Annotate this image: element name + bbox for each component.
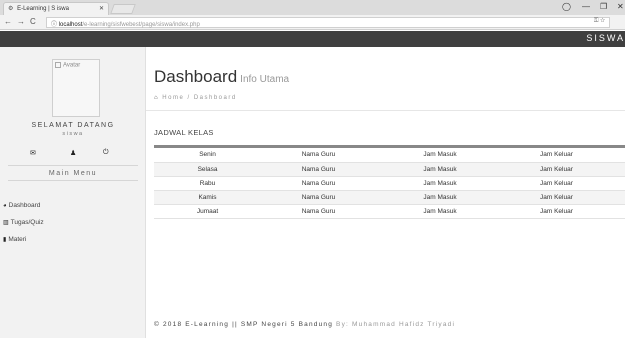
time-in-cell: Jam Masuk bbox=[376, 204, 504, 219]
minimize-button[interactable]: — bbox=[582, 2, 590, 11]
avatar: Avatar bbox=[52, 59, 100, 117]
section-title: JADWAL KELAS bbox=[154, 128, 214, 137]
footer-author: By: Muhammad Hafidz Triyadi bbox=[336, 321, 456, 328]
url-field[interactable]: ⓘ localhost/e-learning/sisfwebest/page/s… bbox=[46, 17, 610, 28]
sidebar-item-label: Materi bbox=[8, 236, 27, 243]
time-in-cell: Jam Masuk bbox=[376, 190, 504, 205]
avatar-alt-text: Avatar bbox=[63, 62, 81, 69]
teacher-cell: Nama Guru bbox=[261, 176, 376, 191]
page-title-text: Dashboard bbox=[154, 67, 238, 86]
power-icon[interactable]: ⏻ bbox=[103, 149, 109, 157]
divider bbox=[146, 110, 625, 111]
browser-tab-bar: ⚙ E-Learning | S iswa ✕ ◯ — ❐ ✕ bbox=[0, 0, 625, 15]
forward-icon[interactable]: → bbox=[17, 17, 25, 26]
user-icon[interactable]: ♟ bbox=[70, 149, 76, 157]
divider bbox=[8, 180, 138, 181]
tab-close-icon[interactable]: ✕ bbox=[99, 5, 104, 12]
menu-title: Main Menu bbox=[48, 170, 98, 177]
user-role: siswa bbox=[62, 131, 84, 137]
teacher-cell: Nama Guru bbox=[261, 162, 376, 177]
table-row: Senin Nama Guru Jam Masuk Jam Keluar bbox=[154, 148, 625, 163]
sidebar-item-dashboard[interactable]: ◕ Dashboard bbox=[3, 202, 40, 209]
favicon-icon: ⚙ bbox=[8, 6, 14, 12]
page-subtitle: Info Utama bbox=[240, 74, 290, 85]
time-in-cell: Jam Masuk bbox=[376, 176, 504, 191]
teacher-cell: Nama Guru bbox=[261, 204, 376, 219]
url-path: /e-learning/sisfwebest/page/siswa/index.… bbox=[82, 22, 200, 28]
footer: © 2018 E-Learning || SMP Negeri 5 Bandun… bbox=[154, 321, 455, 328]
browser-tab[interactable]: ⚙ E-Learning | S iswa ✕ bbox=[3, 2, 109, 15]
day-cell: Senin bbox=[154, 148, 261, 163]
address-bar: ← → C ⓘ localhost/e-learning/sisfwebest/… bbox=[0, 15, 625, 30]
table-row: Rabu Nama Guru Jam Masuk Jam Keluar bbox=[154, 176, 625, 191]
time-out-cell: Jam Keluar bbox=[504, 148, 625, 163]
schedule-table: Senin Nama Guru Jam Masuk Jam Keluar Sel… bbox=[154, 145, 625, 219]
day-cell: Rabu bbox=[154, 176, 261, 191]
time-out-cell: Jam Keluar bbox=[504, 204, 625, 219]
table-row: Kamis Nama Guru Jam Masuk Jam Keluar bbox=[154, 190, 625, 205]
user-actions: ✉ ♟ ⏻ bbox=[0, 149, 146, 159]
tab-title: E-Learning | S iswa bbox=[17, 6, 69, 12]
envelope-icon[interactable]: ✉ bbox=[30, 149, 36, 157]
footer-copyright: © 2018 E-Learning || SMP Negeri 5 Bandun… bbox=[154, 321, 334, 328]
sidebar-item-tugas-quiz[interactable]: ▥ Tugas/Quiz bbox=[3, 219, 44, 226]
day-cell: Kamis bbox=[154, 190, 261, 205]
time-out-cell: Jam Keluar bbox=[504, 190, 625, 205]
time-in-cell: Jam Masuk bbox=[376, 148, 504, 163]
table-row: Selasa Nama Guru Jam Masuk Jam Keluar bbox=[154, 162, 625, 177]
main-content: Dashboard Info Utama ⌂ Home / Dashboard J… bbox=[146, 47, 625, 338]
broken-image-icon bbox=[55, 62, 61, 68]
divider bbox=[8, 165, 138, 166]
sidebar-item-materi[interactable]: ▮ Materi bbox=[3, 236, 26, 243]
day-cell: Jumaat bbox=[154, 204, 261, 219]
welcome-text: SELAMAT DATANG bbox=[31, 122, 115, 129]
teacher-cell: Nama Guru bbox=[261, 148, 376, 163]
info-icon: ⓘ bbox=[51, 22, 58, 28]
breadcrumb-separator: / bbox=[187, 95, 191, 101]
reload-icon[interactable]: C bbox=[30, 17, 36, 26]
day-cell: Selasa bbox=[154, 162, 261, 177]
top-navbar: SISWA bbox=[0, 31, 625, 47]
table-row: Jumaat Nama Guru Jam Masuk Jam Keluar bbox=[154, 204, 625, 219]
navbar-brand[interactable]: SISWA bbox=[586, 33, 625, 43]
sidebar: Avatar SELAMAT DATANG siswa ✉ ♟ ⏻ Main M… bbox=[0, 47, 146, 338]
dashboard-icon: ◕ bbox=[3, 203, 7, 209]
sidebar-item-label: Tugas/Quiz bbox=[10, 219, 44, 226]
home-icon: ⌂ bbox=[154, 95, 160, 101]
profile-icon[interactable]: ◯ bbox=[562, 2, 571, 11]
new-tab-button[interactable] bbox=[110, 4, 136, 14]
close-window-button[interactable]: ✕ bbox=[617, 2, 624, 11]
time-out-cell: Jam Keluar bbox=[504, 162, 625, 177]
back-icon[interactable]: ← bbox=[4, 17, 12, 26]
page-title: Dashboard Info Utama bbox=[154, 67, 289, 87]
breadcrumb-home[interactable]: Home bbox=[162, 95, 184, 101]
teacher-cell: Nama Guru bbox=[261, 190, 376, 205]
url-host: localhost bbox=[58, 22, 83, 28]
breadcrumb-current: Dashboard bbox=[193, 95, 237, 101]
breadcrumb: ⌂ Home / Dashboard bbox=[154, 95, 237, 101]
file-icon: ▮ bbox=[3, 237, 7, 243]
sidebar-item-label: Dashboard bbox=[8, 202, 41, 209]
maximize-button[interactable]: ❐ bbox=[600, 2, 607, 11]
bookmark-star-icon[interactable]: ⚿ ☆ bbox=[594, 18, 605, 25]
time-in-cell: Jam Masuk bbox=[376, 162, 504, 177]
time-out-cell: Jam Keluar bbox=[504, 176, 625, 191]
bar-chart-icon: ▥ bbox=[3, 220, 9, 226]
